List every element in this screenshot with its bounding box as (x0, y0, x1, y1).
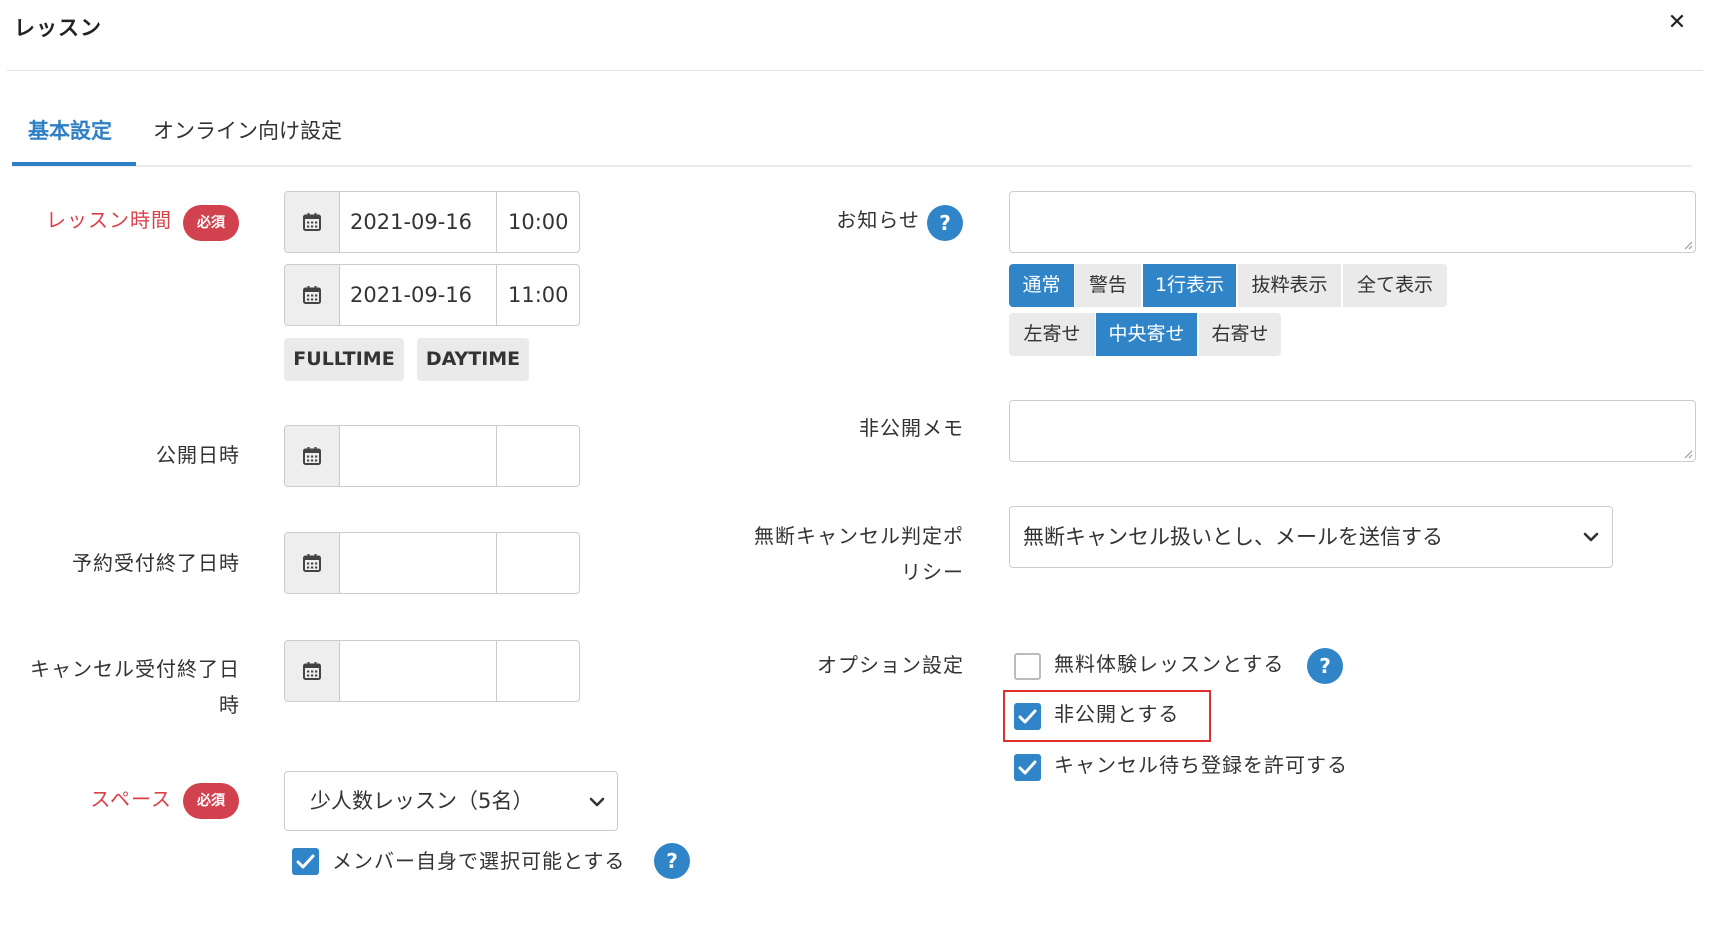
chevron-down-icon (1583, 507, 1599, 565)
space-label: スペース (90, 787, 172, 811)
tab-basic-settings[interactable]: 基本設定 (28, 115, 112, 145)
publish-datetime-label: 公開日時 (156, 443, 240, 467)
private-memo-label: 非公開メモ (859, 416, 964, 440)
cancel-end-label: キャンセル受付終了日 時 (8, 651, 240, 723)
header-divider (7, 70, 1703, 71)
calendar-icon[interactable] (285, 533, 340, 593)
active-tab-indicator (12, 162, 136, 166)
calendar-icon[interactable] (285, 426, 340, 486)
no-show-policy-label-line2: リシー (901, 560, 964, 584)
no-show-policy-select[interactable]: 無断キャンセル扱いとし、メールを送信する (1009, 506, 1613, 568)
lesson-end-datetime: 2021-09-16 11:00 (284, 264, 580, 326)
cancel-end-time-input[interactable] (497, 641, 579, 701)
notice-type-warning[interactable]: 警告 (1075, 264, 1141, 307)
required-badge: 必須 (183, 783, 239, 819)
reservation-end-date-input[interactable] (340, 533, 497, 593)
waitlist-checkbox[interactable] (1014, 754, 1041, 781)
space-select[interactable]: 少人数レッスン（5名） (284, 771, 618, 831)
calendar-icon[interactable] (285, 641, 340, 701)
notice-align-right[interactable]: 右寄せ (1199, 313, 1281, 356)
dialog-title: レッスン (14, 16, 102, 40)
lesson-end-time-input[interactable]: 11:00 (497, 265, 579, 325)
notice-align-left[interactable]: 左寄せ (1009, 313, 1095, 356)
required-badge: 必須 (183, 205, 239, 241)
private-memo-textarea[interactable] (1009, 400, 1696, 462)
publish-time-input[interactable] (497, 426, 579, 486)
cancel-end-date-input[interactable] (340, 641, 497, 701)
lesson-start-datetime: 2021-09-16 10:00 (284, 191, 580, 253)
free-trial-checkbox[interactable] (1014, 653, 1041, 680)
notice-display-excerpt[interactable]: 抜粋表示 (1238, 264, 1341, 307)
private-label: 非公開とする (1054, 702, 1180, 726)
reservation-end-time-input[interactable] (497, 533, 579, 593)
space-select-value: 少人数レッスン（5名） (310, 789, 534, 813)
notice-type-normal[interactable]: 通常 (1009, 264, 1074, 307)
help-icon[interactable]: ? (1307, 648, 1343, 684)
lesson-end-date-input[interactable]: 2021-09-16 (340, 265, 497, 325)
help-icon[interactable]: ? (654, 843, 690, 879)
lesson-time-label: レッスン時間 (46, 208, 172, 232)
no-show-policy-label-line1: 無断キャンセル判定ポ (754, 524, 964, 548)
member-select-checkbox[interactable] (292, 848, 319, 875)
calendar-icon[interactable] (285, 192, 340, 252)
tab-online-settings[interactable]: オンライン向け設定 (153, 115, 342, 145)
free-trial-label: 無料体験レッスンとする (1054, 652, 1285, 676)
chevron-down-icon (589, 772, 605, 830)
lesson-start-time-input[interactable]: 10:00 (497, 192, 579, 252)
calendar-icon[interactable] (285, 265, 340, 325)
fulltime-button[interactable]: FULLTIME (284, 338, 404, 381)
notice-display-one-line[interactable]: 1行表示 (1143, 264, 1236, 307)
reservation-end-datetime (284, 532, 580, 594)
no-show-policy-value: 無断キャンセル扱いとし、メールを送信する (1023, 525, 1443, 549)
notice-label: お知らせ (836, 208, 920, 232)
notice-textarea[interactable] (1009, 191, 1696, 253)
resize-grip-icon[interactable] (1683, 449, 1693, 459)
tab-underline (12, 165, 1692, 167)
notice-display-all[interactable]: 全て表示 (1343, 264, 1447, 307)
no-show-policy-label: 無断キャンセル判定ポ リシー (700, 518, 964, 590)
lesson-start-date-input[interactable]: 2021-09-16 (340, 192, 497, 252)
waitlist-label: キャンセル待ち登録を許可する (1054, 753, 1348, 777)
member-select-label: メンバー自身で選択可能とする (332, 849, 626, 873)
publish-datetime (284, 425, 580, 487)
resize-grip-icon[interactable] (1683, 240, 1693, 250)
reservation-end-label: 予約受付終了日時 (72, 551, 240, 575)
daytime-button[interactable]: DAYTIME (417, 338, 529, 381)
cancel-end-datetime (284, 640, 580, 702)
close-icon[interactable]: ✕ (1664, 10, 1690, 36)
cancel-end-label-line1: キャンセル受付終了日 (30, 657, 240, 681)
help-icon[interactable]: ? (927, 205, 963, 241)
cancel-end-label-line2: 時 (219, 693, 240, 717)
publish-date-input[interactable] (340, 426, 497, 486)
notice-align-center[interactable]: 中央寄せ (1096, 313, 1197, 356)
options-label: オプション設定 (817, 653, 964, 677)
private-checkbox[interactable] (1014, 703, 1041, 730)
